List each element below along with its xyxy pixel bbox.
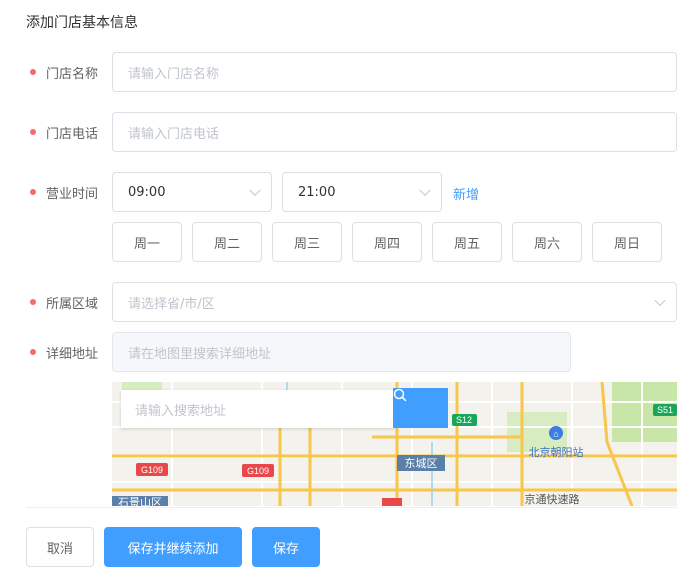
save-button[interactable]: 保存: [252, 527, 320, 567]
required-dot: [30, 129, 36, 135]
station-icon: ⌂: [553, 429, 558, 439]
road-s12-label: S12: [456, 415, 472, 425]
district-shijingshan-label: 石景山区: [118, 496, 162, 506]
store-name-input[interactable]: 请输入门店名称: [112, 52, 677, 92]
required-dot: [30, 69, 36, 75]
region-select[interactable]: 请选择省/市/区: [112, 282, 677, 322]
road-g109-b-label: G109: [247, 466, 269, 476]
chevron-down-icon: [654, 294, 666, 307]
map-search-input[interactable]: 请输入搜索地址: [121, 390, 396, 428]
weekday-monday-button[interactable]: 周一: [112, 222, 182, 262]
station-label: 北京朝阳站: [529, 445, 584, 459]
chevron-down-icon: [419, 184, 431, 197]
store-name-label-text: 门店名称: [46, 66, 99, 82]
cancel-button[interactable]: 取消: [26, 527, 94, 567]
map-search-button[interactable]: [393, 388, 448, 428]
address-placeholder: 请在地图里搜索详细地址: [128, 346, 272, 362]
chevron-down-icon: [249, 184, 261, 197]
road-s51-label: S51: [657, 405, 673, 415]
search-icon: [393, 388, 407, 402]
address-input: 请在地图里搜索详细地址: [112, 332, 571, 372]
weekday-wednesday-button[interactable]: 周三: [272, 222, 342, 262]
map-search-placeholder: 请输入搜索地址: [135, 403, 227, 419]
required-dot: [30, 189, 36, 195]
add-hours-link[interactable]: 新增: [453, 184, 479, 203]
close-time-value: 21:00: [298, 184, 336, 200]
weekday-friday-button[interactable]: 周五: [432, 222, 502, 262]
road-g109-a-label: G109: [141, 465, 163, 475]
required-dot: [30, 349, 36, 355]
store-name-placeholder: 请输入门店名称: [128, 66, 220, 82]
business-hours-label: 营业时间: [30, 182, 98, 202]
weekday-tuesday-button[interactable]: 周二: [192, 222, 262, 262]
region-label: 所属区域: [30, 292, 98, 312]
required-dot: [30, 299, 36, 305]
close-time-select[interactable]: 21:00: [282, 172, 442, 212]
business-hours-label-text: 营业时间: [46, 186, 99, 202]
district-dongcheng-label: 东城区: [405, 457, 438, 470]
weekday-saturday-button[interactable]: 周六: [512, 222, 582, 262]
store-phone-label: 门店电话: [30, 122, 98, 142]
address-label-text: 详细地址: [46, 346, 99, 362]
open-time-value: 09:00: [128, 184, 166, 200]
store-phone-placeholder: 请输入门店电话: [128, 126, 220, 142]
open-time-select[interactable]: 09:00: [112, 172, 272, 212]
store-name-label: 门店名称: [30, 62, 98, 82]
weekday-sunday-button[interactable]: 周日: [592, 222, 662, 262]
region-label-text: 所属区域: [46, 296, 99, 312]
weekday-thursday-button[interactable]: 周四: [352, 222, 422, 262]
form-section-title: 添加门店基本信息: [26, 15, 138, 31]
expressway-label: 京通快速路: [525, 492, 580, 506]
address-label: 详细地址: [30, 342, 98, 362]
store-phone-label-text: 门店电话: [46, 126, 99, 142]
region-placeholder: 请选择省/市/区: [128, 296, 215, 312]
store-phone-input[interactable]: 请输入门店电话: [112, 112, 677, 152]
footer-divider: [26, 507, 677, 508]
map-view[interactable]: S12 S51 G109 G109 东城区 ⌂ 北京朝阳站 京通快速路 石景山区…: [112, 382, 677, 506]
save-and-continue-button[interactable]: 保存并继续添加: [104, 527, 242, 567]
